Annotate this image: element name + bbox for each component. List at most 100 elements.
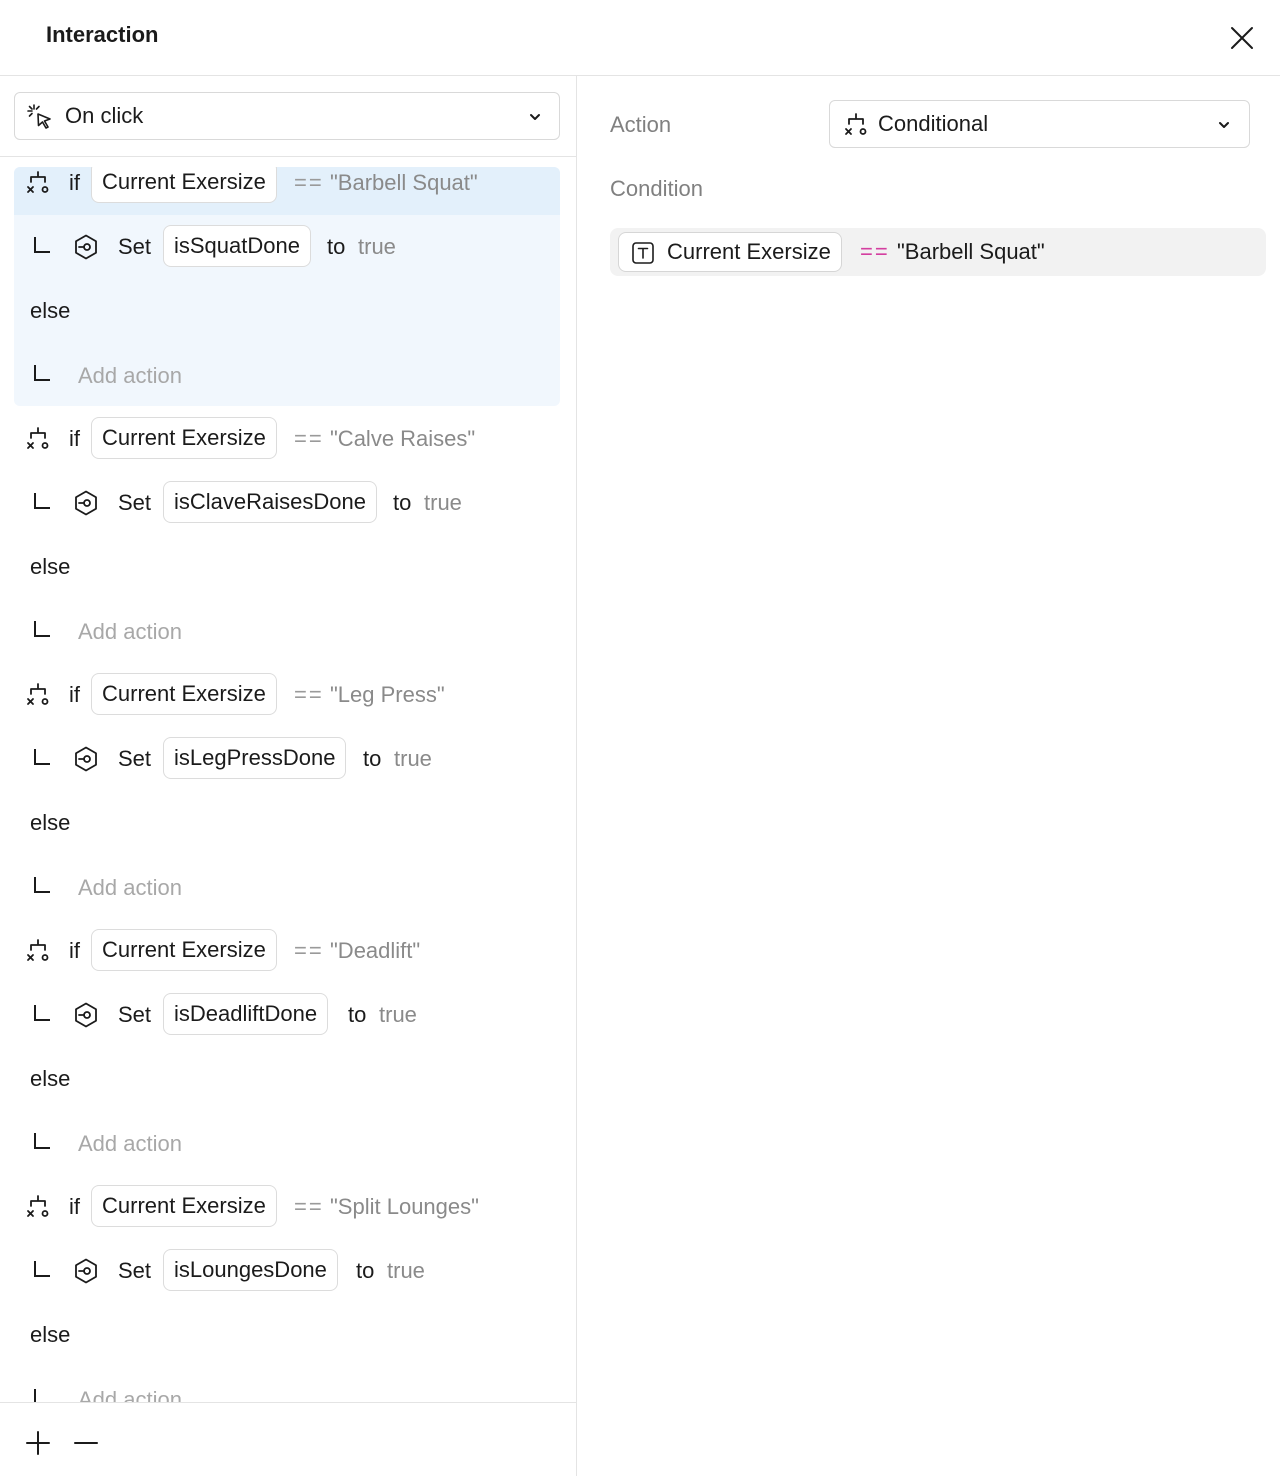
action-detail-panel: Action Conditional Condition Current Exe… [578,76,1280,1476]
if-row[interactable]: if Current Exersize == "Barbell Squat" [0,167,576,223]
chevron-down-icon [1219,122,1229,128]
comparison-value[interactable]: "Barbell Squat" [330,171,478,195]
operator: == [294,682,324,707]
conditional-icon [27,1195,49,1217]
add-action-row[interactable]: Add action [0,863,576,927]
else-keyword: else [30,554,71,579]
if-row[interactable]: if Current Exersize == "Calve Raises" [0,415,576,479]
add-icon[interactable] [24,1429,52,1457]
click-cursor-icon [27,104,51,129]
branch-connector [34,1389,50,1402]
branch-connector [34,493,50,509]
if-row[interactable]: if Current Exersize == "Split Lounges" [0,1183,576,1247]
conditional-icon [27,683,49,705]
set-value[interactable]: true [424,491,462,515]
branch-connector [34,365,50,381]
remove-icon[interactable] [72,1429,100,1457]
set-value[interactable]: true [358,235,396,259]
conditional-block[interactable]: if Current Exersize == "Leg Press" Set isLegP… [0,673,576,935]
dialog-header: Interaction [0,0,1280,76]
variable-chip[interactable]: Current Exersize [91,929,277,971]
add-action-row[interactable]: Add action [0,1375,576,1402]
set-row[interactable]: Set isLoungesDone to true [0,1247,576,1311]
if-keyword: if [69,426,80,451]
operator: == [294,170,324,195]
set-variable-icon [75,490,97,516]
set-value[interactable]: true [379,1003,417,1027]
close-icon[interactable] [1226,22,1258,54]
else-row: else [0,543,576,607]
to-keyword: to [348,1002,367,1027]
condition-variable-label: Current Exersize [667,239,831,264]
to-keyword: to [327,234,346,259]
conditional-block[interactable]: if Current Exersize == "Calve Raises" Set isC… [0,417,576,679]
target-variable-chip[interactable]: isLegPressDone [163,737,347,779]
branch-connector [34,1261,50,1277]
add-action-button[interactable]: Add action [78,1387,182,1402]
set-value[interactable]: true [387,1259,425,1283]
target-variable-chip[interactable]: isSquatDone [163,225,311,267]
branch-connector [34,621,50,637]
conditional-block[interactable]: if Current Exersize == "Deadlift" Set isDeadl… [0,929,576,1191]
conditional-block[interactable]: if Current Exersize == "Barbell Squat" Set is… [0,167,576,423]
if-keyword: if [69,682,80,707]
comparison-value[interactable]: "Split Lounges" [330,1195,479,1219]
conditional-list: if Current Exersize == "Barbell Squat" Set is… [0,167,576,1402]
operator: == [294,1194,324,1219]
add-action-button[interactable]: Add action [78,875,182,901]
action-label: Action [610,112,672,137]
set-row[interactable]: Set isLegPressDone to true [0,735,576,799]
variable-chip[interactable]: Current Exersize [91,1185,277,1227]
to-keyword: to [363,746,382,771]
if-row[interactable]: if Current Exersize == "Leg Press" [0,671,576,735]
comparison-value[interactable]: "Leg Press" [330,683,445,707]
else-row: else [0,287,576,351]
else-keyword: else [30,810,71,835]
set-row[interactable]: Set isDeadliftDone to true [0,991,576,1055]
set-keyword: Set [118,746,152,771]
to-keyword: to [356,1258,375,1283]
condition-operator: == [860,239,890,264]
else-keyword: else [30,1322,71,1347]
add-action-button[interactable]: Add action [78,1131,182,1157]
set-variable-icon [75,1002,97,1028]
add-action-button[interactable]: Add action [78,363,182,389]
operator: == [294,938,324,963]
target-variable-chip[interactable]: isDeadliftDone [163,993,329,1035]
set-keyword: Set [118,234,152,259]
action-type-select[interactable]: Conditional [829,100,1250,148]
target-variable-chip[interactable]: isClaveRaisesDone [163,481,377,523]
branch-connector [34,877,50,893]
if-keyword: if [69,1194,80,1219]
set-variable-icon [75,1258,97,1284]
set-row[interactable]: Set isClaveRaisesDone to true [0,479,576,543]
target-variable-chip[interactable]: isLoungesDone [163,1249,338,1291]
conditional-icon [845,113,867,135]
comparison-value[interactable]: "Calve Raises" [330,427,475,451]
set-value[interactable]: true [394,747,432,771]
add-action-row[interactable]: Add action [0,607,576,671]
condition-variable-chip[interactable]: Current Exersize [618,232,842,272]
divider [0,156,576,157]
conditional-block[interactable]: if Current Exersize == "Split Lounges" Set is… [0,1185,576,1402]
conditional-icon [27,939,49,961]
variable-chip[interactable]: Current Exersize [91,167,277,203]
dialog-title: Interaction [46,22,159,47]
add-action-row[interactable]: Add action [0,351,576,415]
branch-connector [34,237,50,253]
add-action-row[interactable]: Add action [0,1119,576,1183]
variable-chip[interactable]: Current Exersize [91,417,277,459]
trigger-select[interactable]: On click [14,92,560,140]
operator: == [294,426,324,451]
list-footer [0,1402,576,1476]
add-action-button[interactable]: Add action [78,619,182,645]
condition-expression[interactable]: Current Exersize == "Barbell Squat" [610,228,1266,276]
text-variable-icon [632,242,654,264]
if-row[interactable]: if Current Exersize == "Deadlift" [0,927,576,991]
comparison-value[interactable]: "Deadlift" [330,939,420,963]
set-keyword: Set [118,1002,152,1027]
condition-value[interactable]: "Barbell Squat" [897,239,1045,265]
trigger-label: On click [65,103,144,128]
variable-chip[interactable]: Current Exersize [91,673,277,715]
set-row[interactable]: Set isSquatDone to true [0,223,576,287]
